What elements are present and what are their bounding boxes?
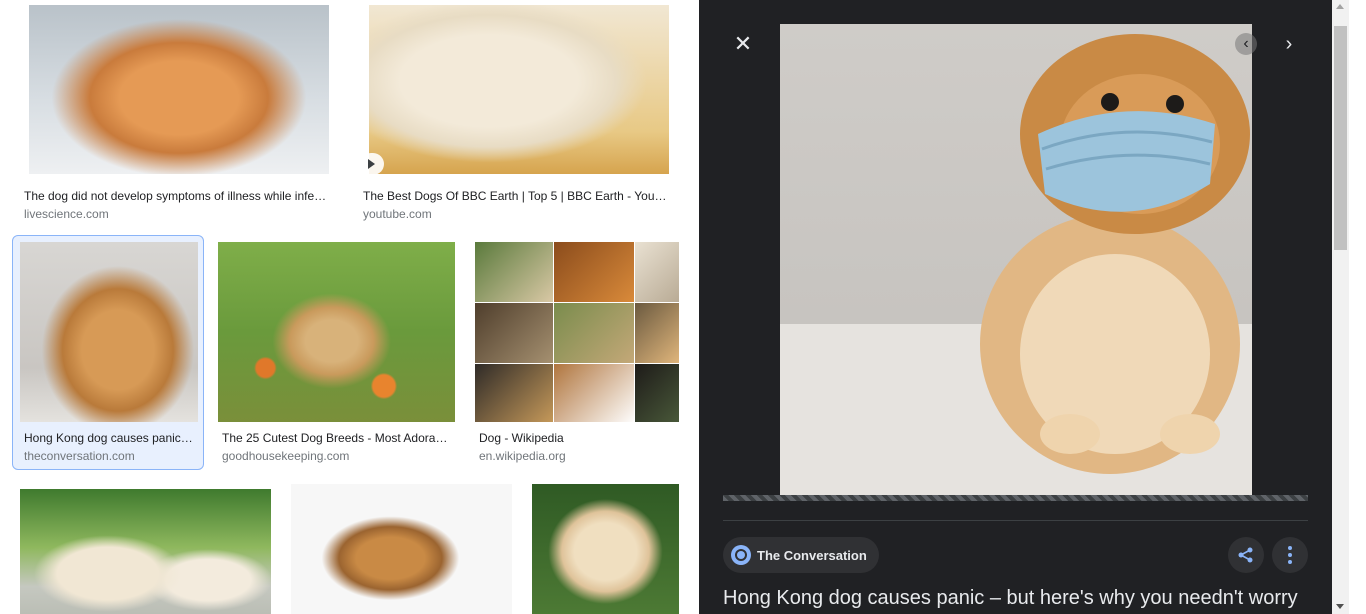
share-button[interactable] — [1228, 537, 1264, 573]
result-thumbnail[interactable] — [291, 484, 512, 614]
close-icon[interactable]: ✕ — [729, 30, 757, 58]
scroll-down-arrow-icon[interactable] — [1336, 604, 1344, 609]
result-caption[interactable]: The 25 Cutest Dog Breeds - Most Adora… — [222, 431, 454, 445]
video-play-icon — [360, 153, 384, 175]
result-caption[interactable]: The Best Dogs Of BBC Earth | Top 5 | BBC… — [363, 189, 673, 203]
result-thumbnail[interactable] — [20, 242, 198, 422]
result-source[interactable]: youtube.com — [363, 207, 432, 221]
next-image-icon[interactable]: › — [1277, 32, 1301, 56]
result-source[interactable]: goodhousekeeping.com — [222, 449, 349, 463]
source-site-name: The Conversation — [757, 547, 867, 563]
result-caption[interactable]: Hong Kong dog causes panic… — [24, 431, 196, 445]
result-source[interactable]: theconversation.com — [24, 449, 135, 463]
image-preview-panel: ✕ ‹ › The Conversation Hong Kong dog cau… — [699, 0, 1332, 614]
previous-image-icon[interactable]: ‹ — [1235, 33, 1257, 55]
result-caption[interactable]: Dog - Wikipedia — [479, 431, 679, 445]
result-source[interactable]: en.wikipedia.org — [479, 449, 566, 463]
image-results-grid: The dog did not develop symptoms of illn… — [0, 0, 699, 614]
scrollbar-thumb[interactable] — [1334, 26, 1347, 250]
result-caption[interactable]: The dog did not develop symptoms of illn… — [24, 189, 338, 203]
share-icon — [1238, 547, 1253, 563]
result-thumbnail[interactable] — [532, 484, 679, 614]
result-thumbnail[interactable] — [218, 242, 455, 422]
globe-icon — [731, 545, 751, 565]
loading-bar — [723, 495, 1308, 501]
dog-with-mask-image — [780, 34, 1252, 496]
result-thumbnail[interactable] — [475, 242, 679, 422]
more-options-button[interactable] — [1272, 537, 1308, 573]
result-source[interactable]: livescience.com — [24, 207, 109, 221]
window-edge — [1349, 0, 1366, 614]
divider — [723, 520, 1308, 521]
result-thumbnail[interactable] — [369, 5, 669, 174]
result-thumbnail[interactable] — [29, 5, 329, 174]
result-thumbnail[interactable] — [20, 489, 271, 614]
preview-image[interactable] — [780, 24, 1252, 496]
page-scrollbar[interactable] — [1332, 0, 1349, 614]
more-vert-icon — [1288, 546, 1292, 564]
source-site-chip[interactable]: The Conversation — [723, 537, 879, 573]
preview-title[interactable]: Hong Kong dog causes panic – but here's … — [723, 587, 1323, 610]
scroll-up-arrow-icon[interactable] — [1336, 4, 1344, 9]
